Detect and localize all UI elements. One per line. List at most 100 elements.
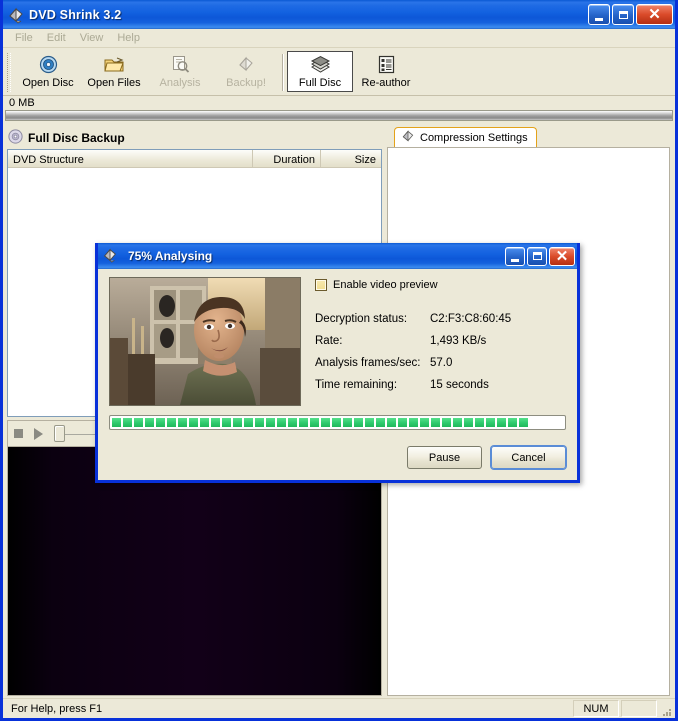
- progress-segment: [464, 418, 473, 427]
- stat-value-decryption-status: C2:F3:C8:60:45: [430, 313, 512, 325]
- toolbar-label-open-disc: Open Disc: [22, 77, 74, 89]
- progress-segment: [442, 418, 451, 427]
- stat-row-decryption-status: Decryption status: C2:F3:C8:60:45: [315, 313, 567, 325]
- menu-item-help[interactable]: Help: [110, 31, 147, 45]
- progress-segment: [409, 418, 418, 427]
- progress-bar-wrapper: [109, 415, 566, 430]
- toolbar-label-analysis: Analysis: [159, 77, 201, 89]
- tab-compression-settings[interactable]: Compression Settings: [394, 127, 537, 147]
- progress-segment: [134, 418, 143, 427]
- pane-header-title: Full Disc Backup: [28, 130, 125, 145]
- progress-segment: [310, 418, 319, 427]
- video-frame-thumbnail: [109, 277, 301, 406]
- close-button[interactable]: ✕: [549, 246, 575, 266]
- pane-header: Full Disc Backup: [4, 126, 385, 149]
- tab-strip: Compression Settings: [387, 126, 674, 147]
- toolbar-button-backup[interactable]: Backup!: [213, 51, 279, 92]
- toolbar-separator: [282, 54, 284, 91]
- maximize-button[interactable]: [527, 246, 547, 266]
- progress-segment: [398, 418, 407, 427]
- dialog-buttons: Pause Cancel: [407, 446, 566, 469]
- toolbar-label-re-author: Re-author: [361, 77, 411, 89]
- progress-segment: [343, 418, 352, 427]
- cancel-button[interactable]: Cancel: [491, 446, 566, 469]
- enable-video-preview-checkbox[interactable]: [315, 279, 327, 291]
- stop-button[interactable]: [14, 429, 23, 438]
- toolbar-label-full-disc: Full Disc: [298, 77, 342, 89]
- resize-grip[interactable]: [657, 701, 673, 717]
- progress-segment: [156, 418, 165, 427]
- progress-segment: [178, 418, 187, 427]
- close-button[interactable]: ✕: [636, 4, 673, 25]
- progress-segment: [508, 418, 517, 427]
- window-controls: ✕: [588, 4, 673, 25]
- window-title: DVD Shrink 3.2: [29, 7, 122, 22]
- magnifier-icon: [171, 54, 190, 75]
- capacity-bar: [5, 110, 673, 121]
- dialog-details: Enable video preview Decryption status: …: [315, 277, 567, 406]
- dvd-disc-icon: [8, 128, 23, 147]
- stat-value-rate: 1,493 KB/s: [430, 335, 487, 347]
- stat-label-time-remaining: Time remaining:: [315, 379, 398, 391]
- progress-segment: [233, 418, 242, 427]
- enable-video-preview-row[interactable]: Enable video preview: [315, 279, 567, 291]
- play-icon: [34, 427, 43, 440]
- status-message: For Help, press F1: [11, 702, 103, 715]
- pause-button[interactable]: Pause: [407, 446, 482, 469]
- capacity-label: 0 MB: [9, 97, 35, 109]
- capacity-area: 0 MB: [3, 96, 675, 126]
- toolbar-grip[interactable]: [7, 53, 11, 92]
- toolbar-label-backup: Backup!: [226, 77, 266, 89]
- toolbar-button-analysis[interactable]: Analysis: [147, 51, 213, 92]
- progress-segment: [167, 418, 176, 427]
- progress-segment: [431, 418, 440, 427]
- status-badge-num: NUM: [573, 700, 619, 717]
- dialog-window-controls: ✕: [505, 246, 575, 266]
- stat-value-time-remaining: 15 seconds: [430, 379, 489, 391]
- progress-segment: [288, 418, 297, 427]
- column-header-dvd-structure[interactable]: DVD Structure: [8, 150, 253, 167]
- toolbar-button-re-author[interactable]: Re-author: [353, 51, 419, 92]
- toolbar-button-open-disc[interactable]: Open Disc: [15, 51, 81, 92]
- column-header-duration[interactable]: Duration: [253, 150, 321, 167]
- progress-segment: [266, 418, 275, 427]
- progress-segment: [453, 418, 462, 427]
- progress-segment: [211, 418, 220, 427]
- dvd-shrink-icon: [102, 247, 120, 265]
- slider-thumb[interactable]: [54, 425, 65, 442]
- progress-segment: [255, 418, 264, 427]
- progress-segment: [145, 418, 154, 427]
- progress-segment: [244, 418, 253, 427]
- progress-segment: [321, 418, 330, 427]
- column-header-size[interactable]: Size: [321, 150, 381, 167]
- progress-segment: [299, 418, 308, 427]
- disc-icon: [39, 54, 58, 75]
- enable-video-preview-label: Enable video preview: [333, 279, 438, 291]
- stat-label-rate: Rate:: [315, 335, 343, 347]
- open-folder-icon: [103, 54, 125, 75]
- video-preview-panel[interactable]: [7, 446, 382, 696]
- menu-item-view[interactable]: View: [73, 31, 111, 45]
- stat-row-time-remaining: Time remaining: 15 seconds: [315, 379, 567, 391]
- stat-label-decryption-status: Decryption status:: [315, 313, 408, 325]
- tab-label-compression-settings: Compression Settings: [420, 131, 528, 144]
- maximize-button[interactable]: [612, 4, 634, 25]
- minimize-button[interactable]: [588, 4, 610, 25]
- toolbar-button-open-files[interactable]: Open Files: [81, 51, 147, 92]
- play-button[interactable]: [34, 427, 43, 440]
- progress-segment: [519, 418, 528, 427]
- toolbar-button-full-disc[interactable]: Full Disc: [287, 51, 353, 92]
- progress-segment: [189, 418, 198, 427]
- progress-segment: [475, 418, 484, 427]
- minimize-button[interactable]: [505, 246, 525, 266]
- menu-bar: File Edit View Help: [3, 29, 675, 48]
- dialog-title-bar: 75% Analysing ✕: [98, 243, 577, 269]
- stat-row-analysis-frames-sec: Analysis frames/sec: 57.0: [315, 357, 567, 369]
- list-header: DVD Structure Duration Size: [8, 150, 381, 168]
- compression-icon: [401, 129, 415, 146]
- menu-item-edit[interactable]: Edit: [40, 31, 73, 45]
- progress-segment: [277, 418, 286, 427]
- progress-segment: [365, 418, 374, 427]
- analysing-dialog: 75% Analysing ✕ Enable video preview Dec…: [95, 243, 580, 483]
- menu-item-file[interactable]: File: [8, 31, 40, 45]
